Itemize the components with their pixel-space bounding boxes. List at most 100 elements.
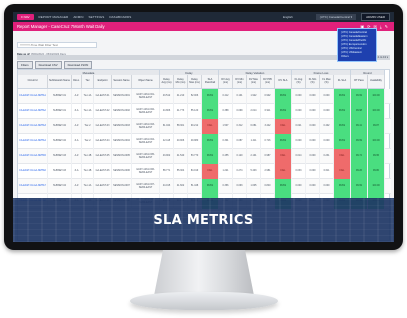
- nav-item-settings[interactable]: SETTINGS: [89, 15, 105, 19]
- monitor-stand: [154, 250, 254, 294]
- top-navigation: ≡ NAV REPORT MANAGER ADMIN SETTINGS DASH…: [13, 12, 394, 22]
- table-cell: PASS: [202, 179, 219, 194]
- column-header[interactable]: Delay Min (ms): [174, 75, 188, 89]
- table-cell: A-Z: [72, 89, 82, 104]
- table-cell: PASS: [275, 134, 292, 149]
- column-header[interactable]: DV SLA: [275, 75, 292, 89]
- table-cell: SUBNET-03: [48, 149, 72, 164]
- table-cell: 99.95: [368, 149, 385, 164]
- table-cell: SESSION-0007: [112, 179, 132, 194]
- table-cell: 0.101: [233, 89, 247, 104]
- table-cell: 0.093: [233, 179, 247, 194]
- timezone-option[interactable]: (UTC) Canada/Eastern: [341, 35, 373, 38]
- table-cell: 0.000: [306, 134, 320, 149]
- table-cell: 0.000: [306, 164, 320, 179]
- column-header[interactable]: Direc.: [72, 75, 82, 89]
- nav-item-dashboards[interactable]: DASHBOARDS: [109, 15, 131, 19]
- table-cell: 0.000: [306, 149, 320, 164]
- timezone-option[interactable]: (UTC) US/Eastern: [341, 51, 373, 54]
- edit-icon[interactable]: ✎: [385, 24, 388, 29]
- table-row[interactable]: CA-EAST-01-GA-NMTA5 SUBNET-03 A-Z Tier-1B GA…: [18, 149, 391, 164]
- table-cell: 0.902: [261, 89, 275, 104]
- table-cell: SUBNET-01: [48, 89, 72, 104]
- circuit-link[interactable]: CA-EAST-01-GA-NMTA5: [18, 149, 48, 164]
- circuit-link[interactable]: CA-EAST-01-GA-NMTA6: [18, 164, 48, 179]
- table-cell: 58.301: [174, 119, 188, 134]
- column-header[interactable]: FL Avg (%): [292, 75, 306, 89]
- table-cell: Tier-1A: [82, 179, 94, 194]
- download-csv-button[interactable]: Download CSV: [34, 61, 62, 69]
- timezone-select[interactable]: (UTC) Canada/Central ▾: [315, 14, 357, 20]
- table-cell: GAST-1234-O07-SENS-EAST: [132, 179, 160, 194]
- circuit-link[interactable]: CA-EAST-01-GA-NMTA1: [18, 89, 48, 104]
- column-header[interactable]: RT Pass: [351, 75, 368, 89]
- column-header[interactable]: Availability: [368, 75, 385, 89]
- timezone-option[interactable]: (UTC) US/Central: [341, 47, 373, 50]
- table-cell: 42.118: [160, 134, 174, 149]
- table-cell: 0.033: [292, 164, 306, 179]
- table-cell: 0.000: [306, 179, 320, 194]
- table-row[interactable]: CA-EAST-01-GA-NMTA3 SUBNET-02 A-Z Tier-2 GA-…: [18, 119, 391, 134]
- table-cell: 0.000: [320, 134, 334, 149]
- circuit-link[interactable]: CA-EAST-01-GA-NMTA7: [18, 179, 48, 194]
- circuit-link[interactable]: CA-EAST-01-GA-NMTA3: [18, 119, 48, 134]
- table-cell: 1.605: [247, 179, 261, 194]
- timezone-option[interactable]: Others: [341, 55, 373, 58]
- column-header[interactable]: Session Name: [112, 75, 132, 89]
- download-icon[interactable]: ⤓: [380, 24, 382, 29]
- column-header[interactable]: Endpoint: [94, 75, 112, 89]
- column-header[interactable]: DV Min (ms): [233, 75, 247, 89]
- table-cell: 0.312: [233, 119, 247, 134]
- column-header[interactable]: SubNetwork Name: [48, 75, 72, 89]
- column-header[interactable]: DV Avg (ms): [219, 75, 233, 89]
- table-cell: SUBNET-02: [48, 134, 72, 149]
- table-cell: SESSION-0003: [112, 119, 132, 134]
- table-cell: Tier-2: [82, 134, 94, 149]
- column-header[interactable]: DV Max (ms): [247, 75, 261, 89]
- nav-item-admin[interactable]: ADMIN: [73, 15, 83, 19]
- column-header[interactable]: Delay Max (ms): [188, 75, 202, 89]
- column-header[interactable]: FL Max (%): [320, 75, 334, 89]
- table-cell: GAST-1234-O03-SENS-EAST: [132, 119, 160, 134]
- download-json-button[interactable]: Download JSON: [63, 61, 93, 69]
- table-cell: 43.512: [160, 89, 174, 104]
- timezone-option[interactable]: (UTC) Europe/London: [341, 43, 373, 46]
- table-cell: FAIL: [334, 164, 351, 179]
- circuit-link[interactable]: CA-EAST-01-GA-NMTA4: [18, 134, 48, 149]
- timezone-option[interactable]: (UTC) Canada/Pacific: [341, 39, 373, 42]
- circuit-link[interactable]: CA-EAST-01-GA-NMTA2: [18, 104, 48, 119]
- column-header[interactable]: Circuit Id: [18, 75, 48, 89]
- table-cell: 0.231: [320, 149, 334, 164]
- table-cell: PASS: [202, 149, 219, 164]
- table-cell: 3.442: [261, 119, 275, 134]
- table-cell: 43.902: [160, 149, 174, 164]
- language-select[interactable]: English: [283, 15, 293, 19]
- table-cell: SESSION-0001: [112, 89, 132, 104]
- user-menu-button[interactable]: ADMIN USER: [361, 13, 390, 21]
- nav-brand-button[interactable]: ≡ NAV: [17, 14, 34, 20]
- table-cell: 0.014: [292, 149, 306, 164]
- table-cell: PASS: [334, 89, 351, 104]
- column-header[interactable]: Delay Avg (ms): [160, 75, 174, 89]
- timezone-option[interactable]: (UTC) Canada/Central: [341, 31, 373, 34]
- table-cell: 99.99: [351, 134, 368, 149]
- table-row[interactable]: CA-EAST-01-GA-NMTA7 SUBNET-04 A-Z Tier-1A GA…: [18, 179, 391, 194]
- column-header[interactable]: SLA Pass/Fail: [202, 75, 219, 89]
- column-header[interactable]: FL Min (%): [306, 75, 320, 89]
- nav-item-report-manager[interactable]: REPORT MANAGER: [39, 15, 69, 19]
- table-row[interactable]: CA-EAST-01-GA-NMTA1 SUBNET-01 A-Z Tier-1A GA…: [18, 89, 391, 104]
- table-row[interactable]: CA-EAST-01-GA-NMTA2 SUBNET-01 Z-A Tier-1A GA…: [18, 104, 391, 119]
- filters-button[interactable]: Filters: [17, 61, 33, 69]
- table-cell: 0.987: [261, 149, 275, 164]
- column-header[interactable]: FL SLA: [334, 75, 351, 89]
- table-row[interactable]: CA-EAST-01-GA-NMTA6 SUBNET-03 Z-A Tier-1B GA…: [18, 164, 391, 179]
- table-cell: SESSION-0005: [112, 149, 132, 164]
- report-search-input[interactable]: [17, 42, 97, 48]
- column-header[interactable]: DV P95 (ms): [261, 75, 275, 89]
- table-cell: PASS: [334, 179, 351, 194]
- table-cell: 55.304: [174, 164, 188, 179]
- table-cell: 41.602: [174, 179, 188, 194]
- column-header[interactable]: Object Name: [132, 75, 160, 89]
- table-row[interactable]: CA-EAST-01-GA-NMTA4 SUBNET-02 Z-A Tier-2 GA-…: [18, 134, 391, 149]
- column-header[interactable]: Tier: [82, 75, 94, 89]
